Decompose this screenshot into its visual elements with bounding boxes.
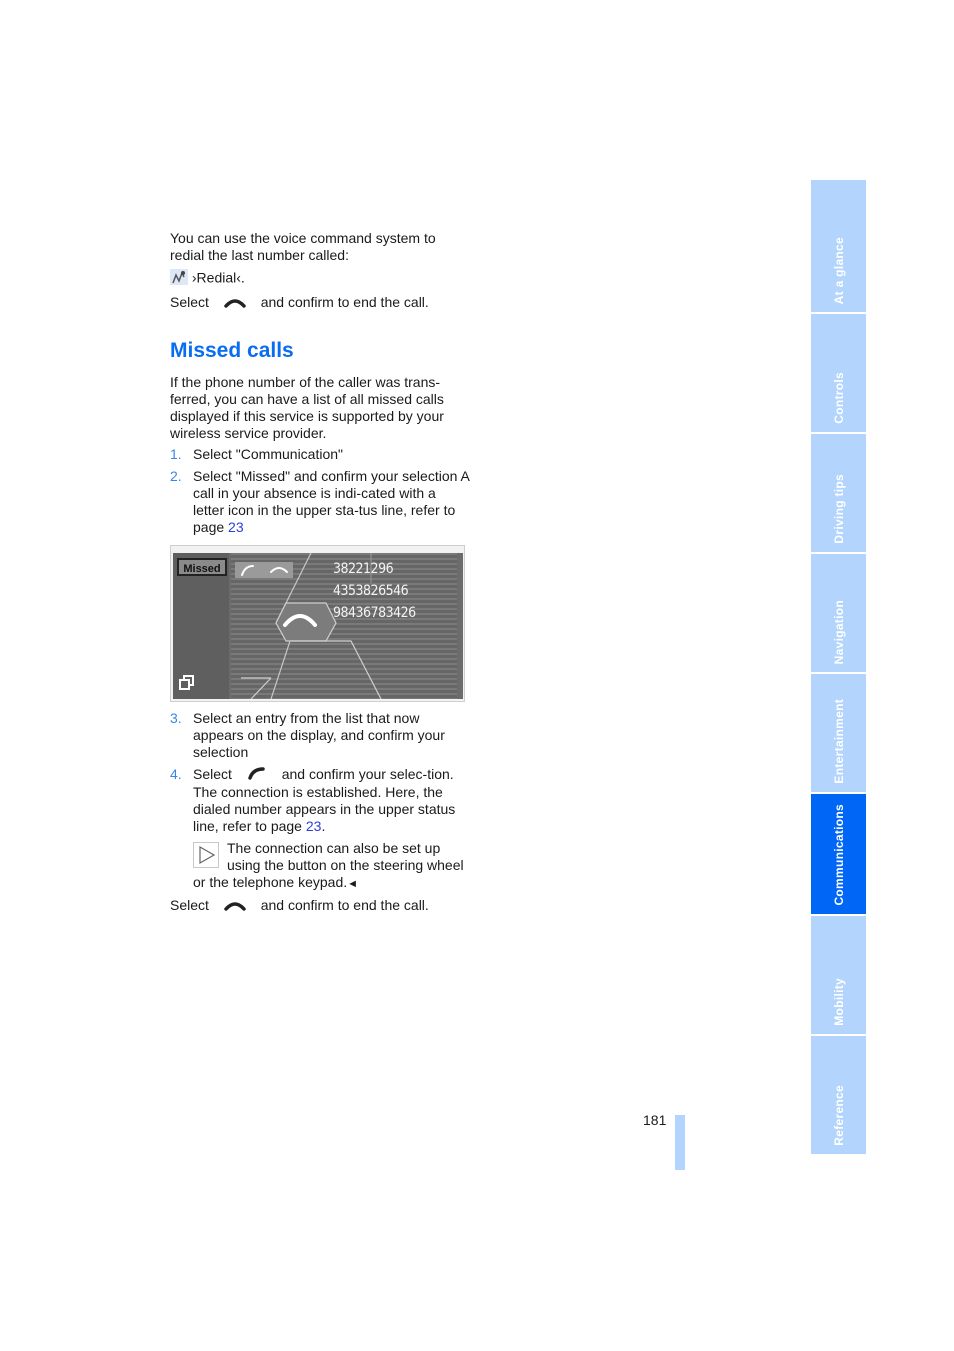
final-end-call-line: Select and confirm to end the call. xyxy=(170,897,470,915)
end-call-icon xyxy=(213,898,257,915)
steps-continued: 3. Select an entry from the list that no… xyxy=(170,710,470,915)
missed-numbers-list: 38221296 4353826546 98436783426 xyxy=(333,558,416,624)
missed-number-item: 38221296 xyxy=(333,561,394,577)
screen-end-call-icon xyxy=(265,562,293,578)
step-text: and confirm your selec-tion. xyxy=(281,766,454,782)
voice-command-icon xyxy=(170,269,188,289)
screen-menu-icon xyxy=(179,675,194,690)
step-3: 3. Select an entry from the list that no… xyxy=(170,710,470,761)
end-call-line: Select and confirm to end the call. xyxy=(170,294,470,312)
accept-call-icon xyxy=(236,766,278,784)
note-play-icon xyxy=(193,842,219,869)
page-marker-bar xyxy=(675,1115,685,1170)
voice-command-line: ›Redial‹. xyxy=(170,269,470,289)
page-link[interactable]: 23 xyxy=(228,519,244,535)
screen-tab-missed: Missed xyxy=(177,558,227,576)
tab-label: Communications xyxy=(831,804,846,906)
page-link[interactable]: 23 xyxy=(306,818,322,834)
tab-label: At a glance xyxy=(831,236,846,304)
tab-label: Driving tips xyxy=(831,474,846,544)
tab-reference[interactable]: Reference xyxy=(811,1036,866,1154)
step-number: 2. xyxy=(170,468,182,484)
tab-driving-tips[interactable]: Driving tips xyxy=(811,434,866,552)
end-call-text: and confirm to end the call. xyxy=(260,897,429,914)
end-call-text: and confirm to end the call. xyxy=(260,294,429,310)
tab-at-a-glance[interactable]: At a glance xyxy=(811,180,866,312)
screen-handset-icon xyxy=(283,614,317,627)
step-1: 1. Select "Communication" xyxy=(170,446,470,463)
missed-number-item: 4353826546 xyxy=(333,583,409,599)
step-4: 4. Select and confirm your selec-tion. T… xyxy=(170,766,470,893)
step-2: 2. Select "Missed" and confirm your sele… xyxy=(170,468,470,536)
select-label: Select xyxy=(170,294,209,310)
voice-command-text: ›Redial‹. xyxy=(191,269,245,286)
select-label: Select xyxy=(193,766,232,782)
section-title: Missed calls xyxy=(170,339,294,362)
note-text: The connection can also be set up using … xyxy=(193,840,464,891)
page-number: 181 xyxy=(643,1112,667,1128)
select-label: Select xyxy=(170,897,209,914)
step-4-followup: The connection is established. Here, the… xyxy=(193,784,470,835)
tab-navigation[interactable]: Navigation xyxy=(811,554,866,672)
tab-controls[interactable]: Controls xyxy=(811,314,866,432)
tab-entertainment[interactable]: Entertainment xyxy=(811,674,866,792)
section-body: If the phone number of the caller was tr… xyxy=(170,374,470,536)
tab-label: Mobility xyxy=(831,978,846,1026)
screen-accept-call-icon xyxy=(235,562,263,578)
step-number: 1. xyxy=(170,446,182,462)
tab-label: Entertainment xyxy=(831,699,846,784)
note-end-marker: ◄ xyxy=(347,878,359,891)
note-block: The connection can also be set up using … xyxy=(193,840,470,893)
section-paragraph: If the phone number of the caller was tr… xyxy=(170,374,444,441)
step-number: 3. xyxy=(170,710,182,726)
tab-label: Navigation xyxy=(831,599,846,664)
tab-label: Controls xyxy=(831,372,846,424)
tab-communications[interactable]: Communications xyxy=(811,794,866,914)
intro-text: You can use the voice command system to … xyxy=(170,230,436,263)
screen-call-buttons xyxy=(235,562,293,578)
step-text: Select an entry from the list that now a… xyxy=(193,710,445,760)
intro-block: You can use the voice command system to … xyxy=(170,230,470,312)
tab-label: Reference xyxy=(831,1085,846,1146)
step-number: 4. xyxy=(170,766,182,782)
step-text: Select "Communication" xyxy=(193,446,344,462)
end-call-icon xyxy=(213,295,257,312)
followup-end: . xyxy=(321,818,326,835)
tab-mobility[interactable]: Mobility xyxy=(811,916,866,1034)
display-screenshot: Missed 38221296 4353826546 98436783426 xyxy=(170,545,465,702)
missed-number-item: 98436783426 xyxy=(333,605,416,621)
